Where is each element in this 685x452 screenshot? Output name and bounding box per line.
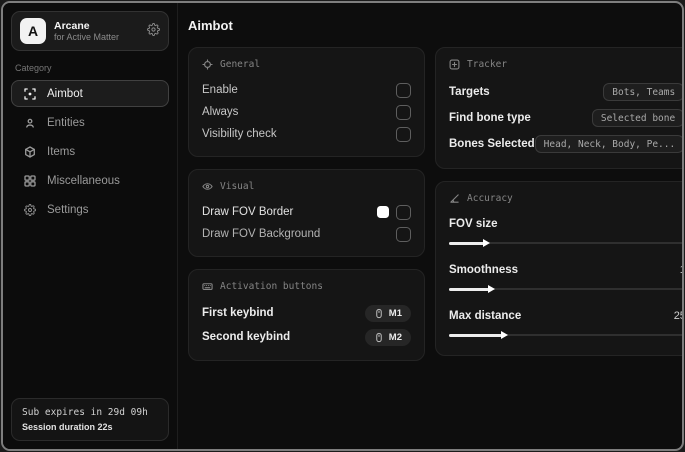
targets-select[interactable]: Bots, Teams <box>603 83 682 101</box>
toggle-label: Always <box>202 106 239 118</box>
keyboard-icon <box>202 283 213 290</box>
app-title: Arcane <box>54 19 90 32</box>
accuracy-card: Accuracy FOV size 50° <box>435 181 682 356</box>
smoothness-slider[interactable] <box>449 284 682 294</box>
main-panel: Aimbot General Enable Always Visibility … <box>178 3 682 449</box>
toggle-row-enable: Enable <box>202 79 411 101</box>
target-square-icon <box>449 59 460 70</box>
slider-label: Smoothness <box>449 264 519 276</box>
accuracy-header: Accuracy <box>449 193 682 204</box>
sidebar-item-aimbot[interactable]: Aimbot <box>11 80 169 107</box>
sidebar-item-label: Settings <box>47 203 89 216</box>
tracker-card: Tracker Targets Bots, Teams Find bone ty… <box>435 47 682 169</box>
always-checkbox[interactable] <box>396 104 411 120</box>
slider-thumb[interactable] <box>483 238 491 247</box>
page-title: Aimbot <box>188 18 233 33</box>
cube-icon <box>24 145 37 158</box>
sidebar-item-label: Entities <box>47 116 85 129</box>
keybind-value: M1 <box>388 307 402 319</box>
eye-icon <box>202 183 213 190</box>
slider-value: 250m <box>673 310 682 322</box>
app-logo: A <box>20 18 46 44</box>
toggle-row-draw-fov-background: Draw FOV Background <box>202 223 411 245</box>
toggle-row-visibility-check: Visibility check <box>202 123 411 145</box>
select-label: Targets <box>449 86 490 98</box>
find-bone-type-select[interactable]: Selected bone <box>591 109 682 127</box>
general-header: General <box>202 59 411 70</box>
toggle-label: Draw FOV Border <box>202 206 294 218</box>
slider-group-fov-size: FOV size 50° <box>449 213 682 248</box>
slider-value: 15.0 <box>680 264 682 276</box>
app-subtitle: for Active Matter <box>54 31 120 42</box>
select-label: Bones Selected <box>449 138 535 150</box>
toggle-row-always: Always <box>202 101 411 123</box>
keybind-label: Second keybind <box>202 331 291 343</box>
toggle-label: Draw FOV Background <box>202 228 321 240</box>
keybind-row-first: First keybind M1 <box>202 301 411 325</box>
crosshair-icon <box>24 87 37 100</box>
bones-selected-select[interactable]: Head, Neck, Body, Pe... <box>534 135 682 153</box>
visual-header: Visual <box>202 181 411 192</box>
sidebar-item-label: Miscellaneous <box>47 174 120 187</box>
slider-thumb[interactable] <box>488 284 496 293</box>
grid-icon <box>24 174 37 187</box>
max-distance-slider[interactable] <box>449 330 682 340</box>
fov-border-color-swatch[interactable] <box>377 206 389 218</box>
sub-expiry-text: Sub expires in 29d 09h <box>22 407 148 418</box>
sidebar-item-label: Aimbot <box>47 87 83 100</box>
logo-card[interactable]: A Arcane for Active Matter <box>11 11 169 51</box>
enable-checkbox[interactable] <box>396 82 411 98</box>
keybind-label: First keybind <box>202 307 274 319</box>
gear-icon <box>24 203 37 216</box>
slider-thumb[interactable] <box>500 330 508 339</box>
keybind-value: M2 <box>388 331 402 343</box>
first-keybind-button[interactable]: M1 <box>364 304 411 322</box>
sidebar-item-label: Items <box>47 145 76 158</box>
activation-buttons-card: Activation buttons First keybind M1 Seco… <box>188 269 425 361</box>
select-row-bones-selected: Bones Selected Head, Neck, Body, Pe... <box>449 131 682 157</box>
app-window: A Arcane for Active Matter Category Aimb… <box>1 1 684 451</box>
visual-card: Visual Draw FOV Border Draw FOV Backgrou… <box>188 169 425 257</box>
select-row-find-bone-type: Find bone type Selected bone <box>449 105 682 131</box>
slider-label: Max distance <box>449 310 522 322</box>
activation-header: Activation buttons <box>202 281 411 292</box>
toggle-label: Enable <box>202 84 238 96</box>
keybind-row-second: Second keybind M2 <box>202 325 411 349</box>
fov-size-slider[interactable] <box>449 238 682 248</box>
sidebar: A Arcane for Active Matter Category Aimb… <box>3 3 178 449</box>
mouse-icon <box>376 308 382 318</box>
category-nav: Aimbot Entities Items Miscellaneous Sett… <box>11 80 169 223</box>
angle-icon <box>450 194 459 203</box>
slider-group-smoothness: Smoothness 15.0 <box>449 259 682 294</box>
second-keybind-button[interactable]: M2 <box>364 328 411 346</box>
gear-icon[interactable] <box>147 23 160 39</box>
sidebar-item-settings[interactable]: Settings <box>11 196 169 223</box>
category-label: Category <box>15 63 52 73</box>
select-label: Find bone type <box>449 112 531 124</box>
person-scan-icon <box>24 116 37 129</box>
sidebar-item-items[interactable]: Items <box>11 138 169 165</box>
toggle-label: Visibility check <box>202 128 277 140</box>
select-row-targets: Targets Bots, Teams <box>449 79 682 105</box>
slider-group-max-distance: Max distance 250m <box>449 305 682 340</box>
toggle-row-draw-fov-border: Draw FOV Border <box>202 201 411 223</box>
crosshair-icon <box>202 59 213 70</box>
sidebar-item-miscellaneous[interactable]: Miscellaneous <box>11 167 169 194</box>
draw-fov-border-checkbox[interactable] <box>396 204 411 220</box>
general-card: General Enable Always Visibility check <box>188 47 425 157</box>
tracker-header: Tracker <box>449 59 682 70</box>
sidebar-item-entities[interactable]: Entities <box>11 109 169 136</box>
visibility-check-checkbox[interactable] <box>396 126 411 142</box>
session-duration-text: Session duration 22s <box>22 422 113 432</box>
subscription-info-card: Sub expires in 29d 09h Session duration … <box>11 398 169 441</box>
slider-label: FOV size <box>449 218 498 230</box>
mouse-icon <box>376 332 382 342</box>
draw-fov-background-checkbox[interactable] <box>396 226 411 242</box>
